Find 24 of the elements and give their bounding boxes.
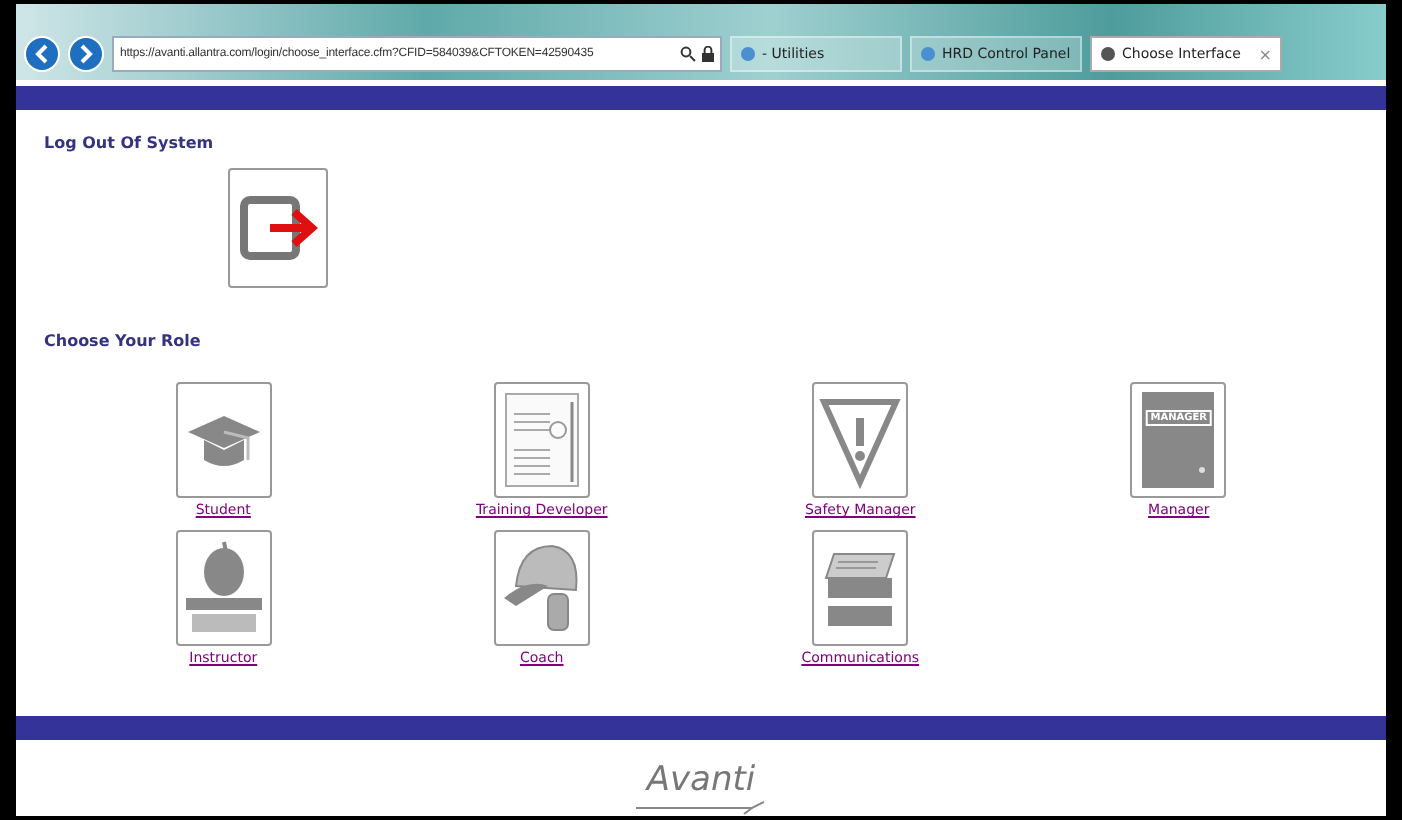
page-icon bbox=[920, 46, 936, 62]
exit-arrow-icon bbox=[238, 192, 318, 264]
arrow-left-icon bbox=[32, 44, 52, 64]
role-button[interactable] bbox=[175, 382, 272, 498]
page-icon bbox=[1100, 46, 1116, 62]
role-button[interactable] bbox=[493, 382, 590, 498]
section-heading: Log Out Of System bbox=[44, 134, 216, 152]
arrow-right-icon bbox=[76, 44, 96, 64]
forward-button[interactable] bbox=[68, 36, 104, 72]
page-icon bbox=[740, 46, 756, 62]
logout-button[interactable] bbox=[228, 168, 328, 288]
role-button[interactable] bbox=[812, 530, 909, 646]
search-icon[interactable] bbox=[680, 46, 696, 62]
document-icon bbox=[501, 390, 582, 490]
section-heading: Choose Your Role bbox=[44, 332, 203, 350]
door-icon bbox=[1140, 390, 1217, 490]
role-button[interactable] bbox=[812, 382, 909, 498]
role-button[interactable] bbox=[493, 530, 590, 646]
back-button[interactable] bbox=[24, 36, 60, 72]
role-button[interactable] bbox=[175, 530, 272, 646]
logo: Avanti bbox=[646, 760, 756, 800]
lock-icon bbox=[702, 46, 714, 62]
apple-on-desk-icon bbox=[181, 538, 266, 638]
close-tab-button[interactable]: × bbox=[1258, 45, 1272, 63]
